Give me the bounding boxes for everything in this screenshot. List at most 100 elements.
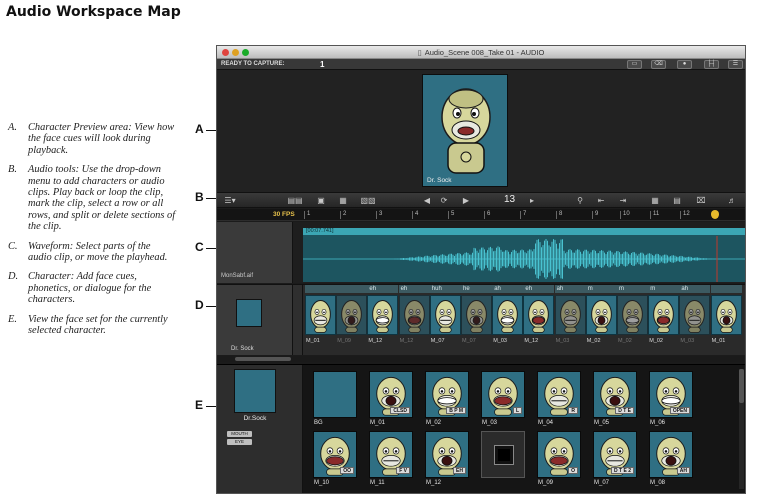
- cue-phonetic-label[interactable]: he: [461, 285, 492, 293]
- list-view-icon[interactable]: ▤: [669, 196, 685, 206]
- vertical-scroll-thumb[interactable]: [739, 369, 744, 403]
- face-tile[interactable]: [481, 431, 525, 478]
- cue-phonetic-label[interactable]: ah: [554, 285, 586, 293]
- cue-phonetic-label[interactable]: huh: [429, 285, 461, 293]
- cue-phonetic-label[interactable]: eh: [367, 285, 399, 293]
- cue-phonetic-label[interactable]: eh: [523, 285, 555, 293]
- cue-phonetic-label[interactable]: m: [617, 285, 648, 293]
- legend-key: E.: [8, 313, 17, 325]
- face-cue[interactable]: ah M_03: [492, 285, 524, 345]
- search-icon[interactable]: ⚲: [575, 196, 585, 206]
- face-tile[interactable]: [313, 371, 357, 418]
- ruler-tick: 9: [591, 211, 599, 219]
- cue-face-name: M_07: [462, 338, 476, 344]
- vertical-scrollbar[interactable]: [739, 369, 744, 489]
- face-cue-row: M_01 M_09 eh M_12 eh M_12 huh M_07 he M_…: [305, 285, 745, 345]
- monitor-icon[interactable]: ▭: [627, 60, 642, 69]
- character-preview-area: Dr. Sock: [217, 70, 745, 192]
- grid-view-icon[interactable]: ▦: [647, 196, 663, 206]
- volume-icon[interactable]: ♬: [725, 196, 739, 206]
- face-tile[interactable]: B P M: [425, 371, 469, 418]
- mark-clip-icon[interactable]: ▧▧: [357, 196, 379, 206]
- horizontal-scrollbar[interactable]: [217, 356, 745, 362]
- face-cue[interactable]: he M_07: [461, 285, 492, 345]
- face-tag: OO: [340, 467, 354, 474]
- cue-face-name: M_02: [618, 338, 632, 344]
- face-tile[interactable]: OPEN: [649, 371, 693, 418]
- frame-number: 13: [504, 194, 516, 205]
- cue-phonetic-label[interactable]: ah: [679, 285, 711, 293]
- face-tile[interactable]: D T E 2: [593, 431, 637, 478]
- cue-phonetic-label[interactable]: [336, 285, 368, 293]
- audio-clip-bar[interactable]: [00:07.741]: [303, 228, 745, 235]
- face-cue[interactable]: ah M_03: [679, 285, 711, 345]
- face-tile-label: M_02: [426, 420, 442, 426]
- face-tile[interactable]: R: [537, 371, 581, 418]
- horizontal-scroll-thumb[interactable]: [235, 357, 291, 361]
- face-tile[interactable]: L: [481, 371, 525, 418]
- face-tile[interactable]: EH: [425, 431, 469, 478]
- cue-phonetic-label[interactable]: [710, 285, 742, 293]
- face-cue[interactable]: M_09: [336, 285, 368, 345]
- delete-section-icon[interactable]: ⌧: [693, 196, 709, 206]
- face-cue[interactable]: M_01: [710, 285, 742, 345]
- playhead-marker[interactable]: [711, 210, 719, 219]
- cue-face-image: [523, 295, 555, 335]
- face-tile[interactable]: AH: [649, 431, 693, 478]
- add-menu-dropdown[interactable]: ☰▾: [221, 196, 239, 206]
- nudge-left-icon[interactable]: ⇤: [593, 196, 609, 206]
- select-all-rows-icon[interactable]: ▦: [335, 196, 351, 206]
- cue-face-image: [336, 295, 368, 335]
- play-icon[interactable]: ▶: [460, 196, 472, 206]
- nudge-right-icon[interactable]: ⇥: [615, 196, 631, 206]
- cue-phonetic-label[interactable]: m: [648, 285, 680, 293]
- face-tag: B P M: [446, 407, 466, 414]
- split-clip-icon[interactable]: ▤▤: [283, 196, 307, 206]
- face-tile[interactable]: OO: [313, 431, 357, 478]
- trash-icon[interactable]: ⌫: [651, 60, 666, 69]
- legend-text: Character Preview area: View how the fac…: [28, 122, 175, 156]
- face-cue[interactable]: ah M_03: [554, 285, 586, 345]
- select-row-icon[interactable]: ▣: [313, 196, 329, 206]
- face-cue[interactable]: eh M_12: [367, 285, 399, 345]
- legend-key: A.: [8, 122, 17, 133]
- capture-statusbar: READY TO CAPTURE: 1 ▭ ⌫ ● ├┤ ☰: [217, 59, 745, 70]
- mouth-button[interactable]: MOUTH: [227, 431, 252, 437]
- character-thumbnail: [236, 299, 262, 327]
- callout-a: A: [195, 122, 204, 136]
- face-tag: R: [568, 407, 578, 414]
- cue-phonetic-label[interactable]: [305, 285, 336, 293]
- previous-frame-icon[interactable]: ◀: [422, 196, 432, 206]
- face-cue[interactable]: m M_02: [585, 285, 617, 345]
- face-cue[interactable]: m M_02: [648, 285, 680, 345]
- cue-phonetic-label[interactable]: ah: [492, 285, 524, 293]
- timeline-ruler[interactable]: 30 FPS 1 2 3 4 5 6 7 8 9 10 11 12: [217, 209, 745, 221]
- face-tile[interactable]: O: [537, 431, 581, 478]
- face-cue[interactable]: eh M_12: [398, 285, 430, 345]
- face-tile[interactable]: CLSD: [369, 371, 413, 418]
- callout-d: D: [195, 298, 204, 312]
- face-cue[interactable]: M_01: [305, 285, 336, 345]
- legend-key: C.: [8, 240, 18, 252]
- cue-phonetic-label[interactable]: eh: [398, 285, 430, 293]
- waveform-view-icon[interactable]: ├┤: [704, 60, 719, 69]
- face-cue[interactable]: m M_02: [617, 285, 648, 345]
- cue-phonetic-label[interactable]: m: [585, 285, 617, 293]
- menu-icon[interactable]: ☰: [728, 60, 743, 69]
- user-icon[interactable]: ●: [677, 60, 692, 69]
- face-tile-label: M_07: [594, 480, 610, 486]
- face-tile-label: M_09: [538, 480, 554, 486]
- face-cue[interactable]: huh M_07: [429, 285, 461, 345]
- waveform-area[interactable]: [00:07.741]: [303, 228, 745, 282]
- face-tile[interactable]: D T E: [593, 371, 637, 418]
- eye-button[interactable]: EYE: [227, 439, 252, 445]
- ruler-tick: 5: [447, 211, 455, 219]
- legend-text: Waveform: Select parts of the audio clip…: [28, 240, 168, 264]
- face-cue[interactable]: eh M_12: [523, 285, 555, 345]
- face-tile[interactable]: F V: [369, 431, 413, 478]
- next-frame-icon[interactable]: ▸: [527, 196, 537, 206]
- legend-text: View the face set for the currently sele…: [28, 313, 168, 337]
- track-side-controls[interactable]: [293, 285, 303, 355]
- ruler-tick: 7: [519, 211, 527, 219]
- loop-icon[interactable]: ⟳: [437, 196, 451, 206]
